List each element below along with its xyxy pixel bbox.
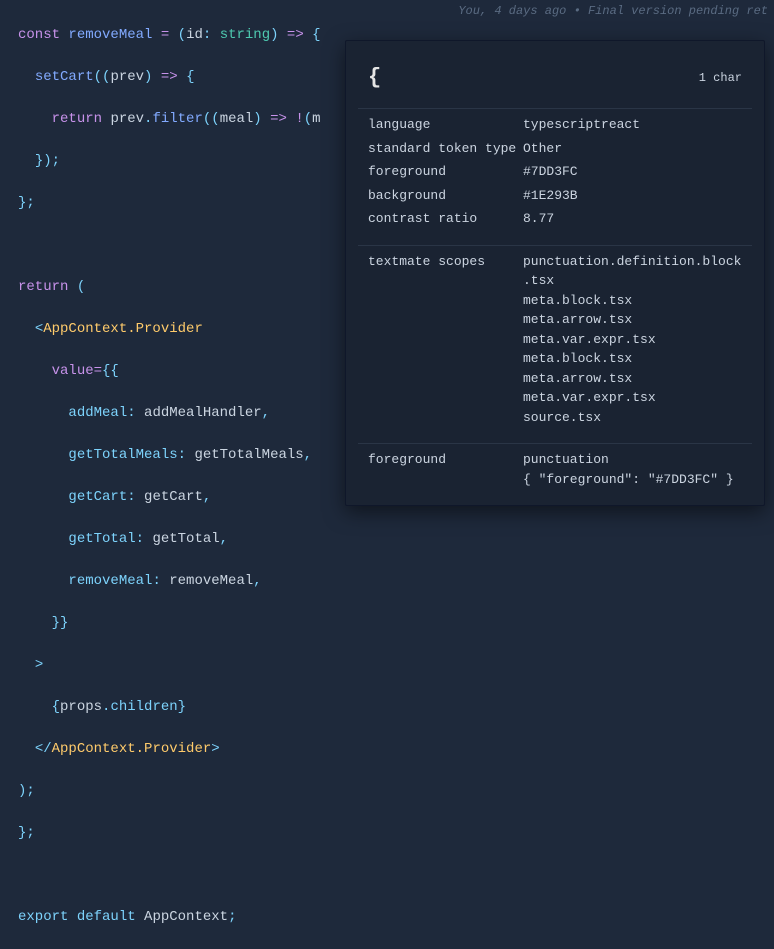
git-blame-annotation: You, 4 days ago • Final version pending … <box>458 2 768 20</box>
inspector-scopes-label: textmate scopes <box>368 252 523 428</box>
inspector-char-count: 1 char <box>699 69 742 87</box>
inspector-row-standard-token-type: standard token type Other <box>368 137 742 161</box>
inspector-theme-rule: foreground punctuation { "foreground": "… <box>346 444 764 505</box>
token-scope-inspector: { 1 char language typescriptreact standa… <box>345 40 765 506</box>
inspector-scopes-list: punctuation.definition.block.tsx meta.bl… <box>523 252 742 428</box>
code-line: </AppContext.Provider> <box>18 739 774 760</box>
code-line: {props.children} <box>18 697 774 718</box>
inspector-row-contrast-ratio: contrast ratio 8.77 <box>368 207 742 231</box>
code-line: }; <box>18 823 774 844</box>
inspector-metadata: language typescriptreact standard token … <box>346 109 764 245</box>
code-line: getTotal: getTotal, <box>18 529 774 550</box>
inspector-fg-label: foreground <box>368 450 523 489</box>
inspector-row-foreground: foreground #7DD3FC <box>368 160 742 184</box>
inspector-row-language: language typescriptreact <box>368 113 742 137</box>
code-line: }} <box>18 613 774 634</box>
code-line: > <box>18 655 774 676</box>
code-line: ); <box>18 781 774 802</box>
inspector-row-background: background #1E293B <box>368 184 742 208</box>
code-line <box>18 865 774 886</box>
code-line: removeMeal: removeMeal, <box>18 571 774 592</box>
inspector-textmate-scopes: textmate scopes punctuation.definition.b… <box>346 246 764 444</box>
inspector-fg-scope: punctuation <box>523 450 742 470</box>
inspector-token: { <box>368 61 381 94</box>
code-line: export default AppContext; <box>18 907 774 928</box>
inspector-fg-rule: { "foreground": "#7DD3FC" } <box>523 470 742 490</box>
